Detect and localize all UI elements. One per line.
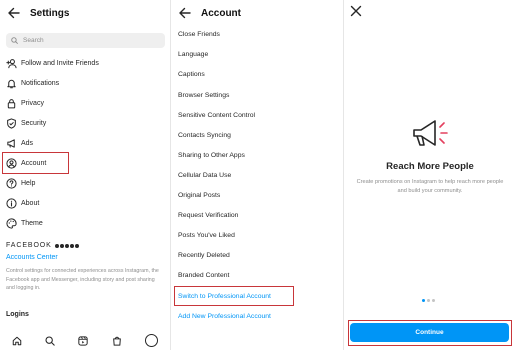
account-item-captions[interactable]: Captions (178, 71, 205, 78)
search-input[interactable]: Search (6, 33, 165, 48)
whatsapp-icon (69, 243, 74, 248)
account-item-branded-content[interactable]: Branded Content (178, 272, 229, 279)
page-title: Account (201, 7, 241, 19)
facebook-app-icons (54, 243, 79, 248)
menu-item-label: Help (21, 179, 36, 187)
back-arrow-icon[interactable] (178, 6, 192, 20)
megaphone-illustration-icon (413, 120, 448, 146)
facebook-section-header: FACEBOOK (6, 242, 79, 249)
portal-icon (74, 243, 79, 248)
page-title: Settings (30, 7, 70, 19)
menu-item-label: Ads (21, 139, 34, 147)
professional-promo-panel: Reach More People Create promotions on I… (344, 0, 516, 350)
close-icon[interactable] (350, 5, 362, 17)
menu-item-label: About (21, 199, 40, 207)
menu-item-theme[interactable]: Theme (0, 216, 170, 230)
menu-item-ads[interactable]: Ads (0, 136, 170, 150)
menu-item-security[interactable]: Security (0, 116, 170, 130)
settings-header: Settings (0, 4, 69, 22)
search-icon (11, 37, 18, 44)
menu-item-label: Theme (21, 219, 43, 227)
bell-icon (6, 78, 17, 89)
facebook-label: FACEBOOK (6, 242, 52, 249)
reels-icon[interactable] (78, 335, 89, 346)
continue-highlight-box (348, 320, 512, 346)
accounts-center-description: Control settings for connected experienc… (6, 268, 159, 292)
account-item-browser-settings[interactable]: Browser Settings (178, 92, 229, 99)
page-dot-active (422, 299, 425, 302)
account-item-original-posts[interactable]: Original Posts (178, 192, 220, 199)
logins-heading: Logins (6, 311, 29, 318)
account-item-language[interactable]: Language (178, 51, 208, 58)
back-arrow-icon[interactable] (7, 6, 21, 20)
menu-item-notifications[interactable]: Notifications (0, 76, 170, 90)
account-header: Account (171, 4, 241, 22)
shop-icon[interactable] (112, 336, 122, 346)
search-placeholder: Search (23, 37, 44, 44)
menu-item-help[interactable]: Help (0, 176, 170, 190)
menu-item-privacy[interactable]: Privacy (0, 96, 170, 110)
instagram-icon (64, 243, 69, 248)
accounts-center-link[interactable]: Accounts Center (6, 254, 58, 261)
menu-item-label: Privacy (21, 99, 44, 107)
megaphone-icon (6, 138, 17, 149)
home-icon[interactable] (12, 336, 22, 346)
page-dot (432, 299, 435, 302)
add-professional-account-link[interactable]: Add New Professional Account (178, 313, 271, 320)
page-dot (427, 299, 430, 302)
account-item-sensitive-content[interactable]: Sensitive Content Control (178, 112, 255, 119)
account-item-request-verification[interactable]: Request Verification (178, 212, 238, 219)
account-highlight-box (2, 152, 69, 174)
menu-item-label: Security (21, 119, 47, 127)
help-circle-icon (6, 177, 17, 189)
switch-professional-highlight-box (174, 286, 294, 306)
account-item-posts-liked[interactable]: Posts You've Liked (178, 232, 235, 239)
messenger-icon (59, 243, 64, 248)
account-item-recently-deleted[interactable]: Recently Deleted (178, 252, 230, 259)
shield-icon (6, 117, 17, 129)
menu-item-label: Notifications (21, 79, 60, 87)
menu-item-label: Follow and Invite Friends (21, 59, 99, 67)
promo-description: Create promotions on Instagram to help r… (356, 179, 504, 194)
search-tab-icon[interactable] (45, 335, 55, 346)
bottom-tab-bar (0, 331, 170, 350)
settings-panel: Settings Search Follow and Invite Friend… (0, 0, 170, 350)
account-item-cellular-data[interactable]: Cellular Data Use (178, 172, 231, 179)
lock-icon (6, 98, 17, 109)
account-item-sharing-other-apps[interactable]: Sharing to Other Apps (178, 152, 245, 159)
info-icon (6, 197, 17, 209)
account-item-close-friends[interactable]: Close Friends (178, 31, 220, 38)
promo-title: Reach More People (386, 161, 474, 172)
account-item-contacts-syncing[interactable]: Contacts Syncing (178, 132, 231, 139)
menu-item-about[interactable]: About (0, 196, 170, 210)
page-indicator (422, 299, 435, 302)
add-person-icon (6, 58, 17, 69)
profile-avatar[interactable] (145, 334, 159, 347)
palette-icon (6, 217, 17, 229)
menu-item-follow-invite[interactable]: Follow and Invite Friends (0, 56, 170, 70)
facebook-icon (54, 243, 59, 248)
account-panel: Account Close Friends Language Captions … (171, 0, 343, 350)
